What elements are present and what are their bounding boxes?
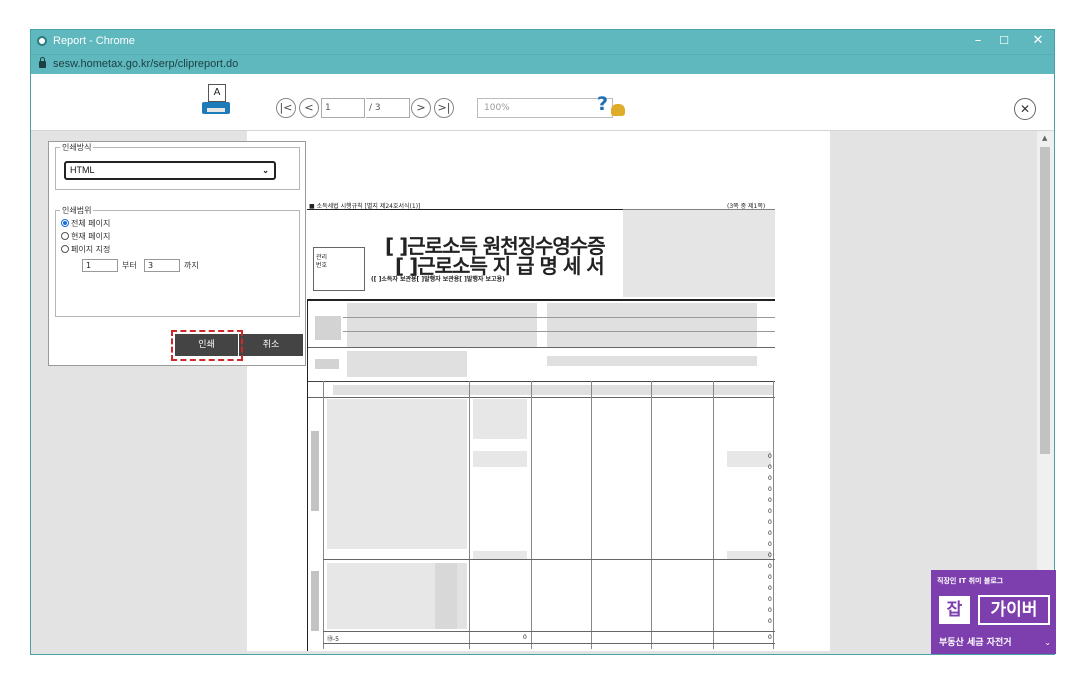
blurred-values: [727, 451, 771, 467]
window-close-button[interactable]: ✕: [1025, 32, 1051, 50]
row-zero-value: 0: [768, 563, 772, 570]
row-zero-value: 0: [768, 486, 772, 493]
page-from-label: 부터: [122, 261, 137, 270]
title-bar: Report - Chrome – ☐ ✕: [31, 30, 1054, 54]
maximize-button[interactable]: ☐: [991, 32, 1017, 50]
page-to-label: 까지: [184, 261, 199, 270]
print-method-group: 인쇄방식 HTML ⌄: [55, 142, 300, 190]
chrome-icon: [37, 36, 47, 46]
print-range-legend: 인쇄범위: [62, 206, 92, 215]
blurred-values: [473, 399, 527, 439]
badge-top-text: 직장인 IT 취미 블로그: [937, 577, 1004, 585]
row-zero-value: 0: [768, 453, 772, 460]
blurred-field: [347, 303, 537, 347]
page-from-input[interactable]: 1: [82, 259, 118, 272]
radio-all-pages[interactable]: 전체 페이지: [61, 218, 110, 229]
last-page-button[interactable]: >|: [434, 98, 454, 118]
viewer-content: ■ 소득세법 시행규칙 [별지 제24호서식(1)] (3쪽 중 제1쪽) 관리…: [31, 131, 1054, 654]
prev-page-button[interactable]: <: [299, 98, 319, 118]
print-range-group: 인쇄범위 전체 페이지 현재 페이지 페이지 지정 1 부터 3 까지: [55, 205, 300, 317]
print-method-select[interactable]: HTML ⌄: [64, 161, 276, 180]
blurred-item-labels: [327, 399, 467, 549]
row-zero-value: 0: [768, 475, 772, 482]
bottom-row-label: ⑲-5: [327, 636, 339, 643]
zoom-value: 100%: [484, 103, 510, 113]
bottom-row-value: 0: [768, 634, 772, 641]
first-page-button[interactable]: |<: [276, 98, 296, 118]
viewer-close-button[interactable]: ✕: [1014, 98, 1036, 120]
mgmt-label-1: 관리: [316, 254, 328, 261]
blurred-barcode: [623, 209, 775, 297]
radio-label: 전체 페이지: [71, 219, 111, 228]
row-zero-value: 0: [768, 530, 772, 537]
row-zero-value: 0: [768, 541, 772, 548]
print-dialog: 인쇄방식 HTML ⌄ 인쇄범위 전체 페이지 현재 페이지 페이지 지정 1 …: [48, 141, 306, 366]
blurred-header-row: [333, 385, 773, 395]
blurred-field: [347, 351, 467, 377]
blurred-section-label: [311, 431, 319, 511]
print-cancel-button[interactable]: 취소: [239, 334, 303, 356]
badge-bottom-text: 부동산 세금 자전거: [939, 638, 1012, 648]
row-zero-value: 0: [768, 596, 772, 603]
print-button[interactable]: A: [202, 84, 232, 118]
report-toolbar: A |< < 1 / 3 > >| 100% ⌄ ? ✕: [31, 74, 1054, 131]
radio-label: 페이지 지정: [71, 245, 111, 254]
page-range-row: 1 부터 3 까지: [82, 259, 282, 273]
highlight-box: [171, 330, 243, 361]
bottom-row-value: 0: [523, 634, 527, 641]
next-page-button[interactable]: >: [411, 98, 431, 118]
radio-label: 현재 페이지: [71, 232, 111, 241]
row-zero-value: 0: [768, 464, 772, 471]
row-zero-value: 0: [768, 574, 772, 581]
row-zero-value: 0: [768, 552, 772, 559]
blurred-codes: [435, 563, 467, 629]
print-method-value: HTML: [70, 165, 95, 175]
printer-icon: A: [208, 84, 226, 102]
title-subtitle: ([ ]소득자 보관용[ ]발행자 보관용[ ]발행자 보고용): [371, 276, 505, 283]
row-zero-value: 0: [768, 585, 772, 592]
page-to-input[interactable]: 3: [144, 259, 180, 272]
badge-name: 가이버: [978, 595, 1050, 625]
minimize-button[interactable]: –: [965, 32, 991, 50]
page-number-input[interactable]: 1: [321, 98, 365, 118]
badge-arrow-icon: ⌄: [1044, 638, 1051, 647]
blurred-values: [473, 551, 527, 559]
radio-icon[interactable]: [61, 245, 69, 253]
badge-jab: 잡: [939, 596, 970, 624]
radio-current-page[interactable]: 현재 페이지: [61, 231, 110, 242]
report-page: ■ 소득세법 시행규칙 [별지 제24호서식(1)] (3쪽 중 제1쪽) 관리…: [247, 131, 830, 651]
browser-window: Report - Chrome – ☐ ✕ sesw.hometax.go.kr…: [30, 29, 1055, 655]
hand-icon: [611, 104, 625, 116]
mgmt-label-2: 번호: [316, 262, 328, 269]
blurred-values: [727, 551, 771, 559]
radio-page-range[interactable]: 페이지 지정: [61, 244, 110, 255]
radio-icon[interactable]: [61, 232, 69, 240]
blurred-label: [315, 316, 341, 340]
scroll-up-icon[interactable]: ▲: [1042, 134, 1047, 142]
url-text[interactable]: sesw.hometax.go.kr/serp/clipreport.do: [53, 58, 238, 70]
row-zero-value: 0: [768, 508, 772, 515]
address-bar: sesw.hometax.go.kr/serp/clipreport.do: [31, 54, 1054, 75]
blurred-label: [315, 359, 339, 369]
lock-icon: [39, 57, 46, 68]
scroll-thumb[interactable]: [1040, 147, 1050, 454]
blurred-field: [547, 356, 757, 366]
blurred-values: [473, 451, 527, 467]
help-icon[interactable]: ?: [597, 93, 608, 115]
printer-tray: [207, 108, 225, 112]
zoom-select[interactable]: 100% ⌄: [477, 98, 613, 118]
print-method-legend: 인쇄방식: [62, 143, 92, 152]
window-title: Report - Chrome: [53, 35, 135, 47]
chevron-down-icon: ⌄: [262, 166, 269, 175]
page-total: / 3: [366, 98, 410, 118]
blurred-field: [547, 303, 757, 347]
management-number-box: 관리 번호: [313, 247, 365, 291]
blog-badge: 직장인 IT 취미 블로그 잡 가이버 부동산 세금 자전거 ⌄: [931, 570, 1056, 654]
row-zero-value: 0: [768, 497, 772, 504]
row-zero-value: 0: [768, 618, 772, 625]
row-zero-value: 0: [768, 519, 772, 526]
row-zero-value: 0: [768, 607, 772, 614]
blurred-section-label: [311, 571, 319, 631]
radio-selected-icon[interactable]: [61, 219, 69, 227]
